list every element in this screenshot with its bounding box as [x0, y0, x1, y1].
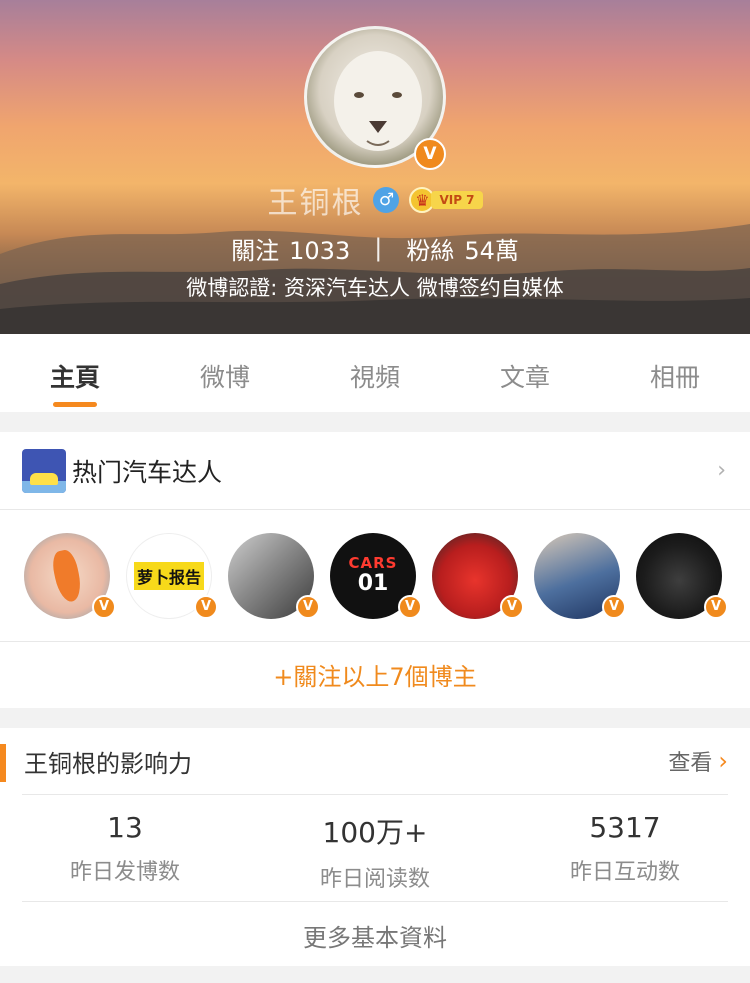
following-label: 關注 — [231, 236, 280, 265]
tab-video[interactable]: 視頻 — [300, 334, 450, 412]
profile-tabs: 主頁 微博 視頻 文章 相冊 — [0, 334, 750, 412]
following-stat[interactable]: 關注 1033 — [231, 231, 350, 266]
view-influence-link[interactable]: 查看 › — [668, 745, 728, 777]
tab-home-label: 主頁 — [49, 363, 100, 392]
verified-badge: V — [92, 594, 116, 619]
tab-album[interactable]: 相冊 — [600, 334, 750, 412]
following-count: 1033 — [289, 236, 351, 265]
name-row: 王铜根 ♂ ♛ VIP 7 — [0, 178, 750, 222]
view-link-label: 查看 — [668, 751, 713, 776]
influence-header: 王铜根的影响力 查看 › — [0, 728, 750, 794]
tab-articles[interactable]: 文章 — [450, 334, 600, 412]
stat-label: 昨日发博数 — [69, 860, 180, 885]
cars-text: CARS — [348, 554, 398, 573]
hot-bloggers-title: 热门汽车达人 — [72, 457, 223, 487]
verified-badge: V — [296, 594, 320, 619]
followers-count: 54萬 — [464, 236, 519, 265]
tab-video-label: 視頻 — [349, 363, 400, 392]
stat-interactions-yesterday: 5317 昨日互动数 — [500, 795, 750, 901]
tab-home[interactable]: 主頁 — [0, 334, 150, 412]
verified-badge: V — [194, 594, 218, 619]
stat-posts-yesterday: 13 昨日发博数 — [0, 795, 250, 901]
blogger-avatar-2[interactable]: 萝卜报告 V — [126, 532, 218, 619]
verified-badge: V — [704, 594, 728, 619]
followers-label: 粉絲 — [406, 236, 455, 265]
influence-title: 王铜根的影响力 — [24, 749, 192, 778]
stat-reads-yesterday: 100万+ 昨日阅读数 — [250, 795, 500, 901]
verified-badge: V — [414, 138, 446, 170]
influence-card: 王铜根的影响力 查看 › 13 昨日发博数 100万+ 昨日阅读数 5317 昨… — [0, 728, 750, 966]
more-info-button[interactable]: 更多基本資料 — [0, 902, 750, 968]
verified-badge: V — [602, 594, 626, 619]
user-name: 王铜根 — [267, 186, 364, 221]
stat-value: 13 — [107, 811, 143, 844]
vip-badge[interactable]: ♛ VIP 7 — [409, 187, 483, 213]
chevron-right-icon: › — [718, 747, 728, 775]
blogger-avatar-3[interactable]: V — [228, 532, 320, 619]
influence-stats: 13 昨日发博数 100万+ 昨日阅读数 5317 昨日互动数 — [0, 795, 750, 901]
blogger-avatar-6[interactable]: V — [534, 532, 626, 619]
blogger-avatar-5[interactable]: V — [432, 532, 524, 619]
profile-header: V 王铜根 ♂ ♛ VIP 7 關注 1033 | 粉絲 54萬 微博認證: 资深汽… — [0, 0, 750, 334]
vip-level: VIP 7 — [431, 191, 483, 209]
stat-label: 昨日互动数 — [569, 860, 680, 885]
male-gender-icon: ♂ — [373, 187, 400, 213]
blogger-avatar-list: V 萝卜报告 V V CARS 01 V V V V — [0, 510, 750, 642]
stats-separator: | — [374, 234, 383, 262]
active-tab-indicator — [53, 402, 97, 407]
tab-articles-label: 文章 — [499, 363, 550, 392]
car-category-icon — [22, 448, 66, 493]
blogger-avatar-1[interactable]: V — [24, 532, 116, 619]
tab-weibo[interactable]: 微博 — [150, 334, 300, 412]
hot-bloggers-header[interactable]: 热门汽车达人 › — [0, 432, 750, 510]
followers-stat[interactable]: 粉絲 54萬 — [406, 231, 519, 266]
tab-album-label: 相冊 — [649, 363, 700, 392]
chevron-right-icon[interactable]: › — [717, 458, 726, 483]
stat-value: 100万+ — [322, 816, 428, 849]
follow-stats: 關注 1033 | 粉絲 54萬 — [0, 228, 750, 268]
cars-number: 01 — [357, 570, 389, 596]
verification-text: 微博認證: 资深汽车达人 微博签约自媒体 — [186, 276, 564, 300]
blogger-avatar-4[interactable]: CARS 01 V — [330, 532, 422, 619]
blogger-avatar-7[interactable]: V — [636, 532, 728, 619]
hot-bloggers-card: 热门汽车达人 › V 萝卜报告 V V CARS 01 V V V V +關注以… — [0, 432, 750, 708]
luobo-report-text: 萝卜报告 — [133, 561, 204, 590]
stat-label: 昨日阅读数 — [319, 867, 430, 892]
tab-weibo-label: 微博 — [199, 363, 250, 392]
verified-badge: V — [500, 594, 524, 619]
section-accent-bar — [0, 744, 6, 782]
follow-all-button[interactable]: +關注以上7個博主 — [0, 642, 750, 707]
stat-value: 5317 — [589, 811, 661, 844]
verified-badge: V — [398, 594, 422, 619]
